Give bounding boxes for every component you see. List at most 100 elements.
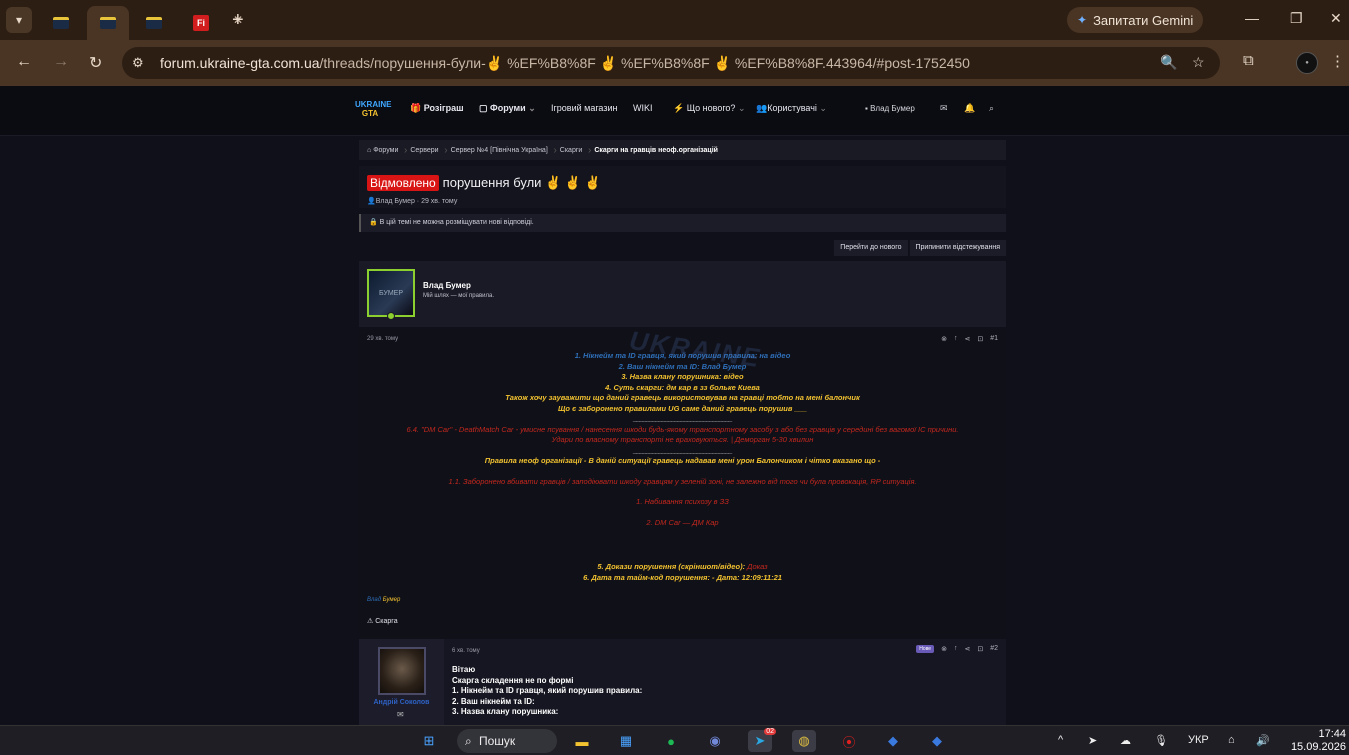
site-info-icon[interactable]: ⚙ [132, 55, 144, 71]
system-clock[interactable]: 17:44 15.09.2026 [1290, 728, 1346, 754]
breadcrumb-item[interactable]: Скарги [560, 145, 595, 156]
spotify-icon[interactable]: ● [659, 730, 683, 752]
maximize-icon[interactable]: ❐ [1290, 10, 1303, 27]
gift-icon: 🎁 [410, 103, 422, 113]
back-icon[interactable]: ← [16, 53, 32, 71]
tray-telegram-icon[interactable]: ➤ [1088, 734, 1097, 747]
goto-new-button[interactable]: Перейти до нового [834, 240, 908, 256]
new-tab-button[interactable]: + [232, 9, 244, 32]
reload-icon[interactable]: ↻ [89, 53, 102, 73]
forward-icon[interactable]: → [53, 53, 69, 71]
extensions-icon[interactable]: ⧉ [1243, 52, 1254, 69]
lock-icon: 🔒 [369, 219, 378, 226]
language-indicator[interactable]: УКР [1188, 734, 1209, 746]
post-2: Андрій Соколов ✉ 6 хв. тому Нове ⊗ ↑ ⋖ ⊡… [359, 639, 1006, 725]
nav-wiki[interactable]: WIKI [633, 103, 653, 113]
taskbar-search[interactable]: ⌕ Пошук [457, 729, 557, 753]
windows-start-icon[interactable]: ⊞ [417, 730, 441, 752]
web-page: UKRAINE GTA 🎁 Розіграш ▢ Форуми ⌄ Ігровий… [0, 86, 1349, 725]
breadcrumb-item[interactable]: Сервер №4 [Північна Україна] [451, 145, 560, 156]
breadcrumb: ⌂ Форуми Сервери Сервер №4 [Північна Укр… [359, 140, 1006, 160]
file-explorer-icon[interactable]: ▬ [570, 730, 594, 752]
browser-tab[interactable]: Fi [180, 6, 222, 40]
chrome-icon[interactable]: ◍ [792, 730, 816, 752]
post-tools: Нове ⊗ ↑ ⋖ ⊡ #2 [916, 645, 998, 653]
unwatch-button[interactable]: Припинити відстежування [909, 240, 1006, 256]
site-logo[interactable]: UKRAINE GTA [355, 100, 391, 122]
microphone-icon[interactable]: 🎙 [1154, 734, 1168, 747]
gemini-icon: ✦ [1077, 13, 1088, 27]
user-avatar-icon: ▪ [865, 104, 868, 113]
zoom-search-icon[interactable]: 🔍 [1160, 54, 1177, 71]
thread-header: Відмовлено порушення були ✌️ ✌️ ✌️ 👤Влад … [359, 166, 1006, 208]
header-user-link[interactable]: ▪ Влад Бумер [865, 104, 915, 113]
store-icon[interactable]: ▦ [614, 730, 638, 752]
minimize-icon[interactable]: — [1245, 10, 1259, 26]
chrome-menu-icon[interactable]: ⋮ [1330, 52, 1345, 70]
omnibox[interactable]: ⚙ forum.ukraine-gta.com.ua/threads/поруш… [122, 47, 1220, 79]
upvote-icon[interactable]: ↑ [954, 335, 958, 343]
discord-icon[interactable]: ◉ [703, 730, 727, 752]
nav-shop[interactable]: Ігровий магазин [551, 103, 617, 113]
gemini-button[interactable]: ✦ Запитати Gemini [1067, 7, 1204, 33]
breadcrumb-item-current[interactable]: Скарги на гравців неоф.організацій [594, 147, 730, 154]
nav-users[interactable]: 👥Користувачі ⌄ [756, 103, 827, 114]
post-time[interactable]: 6 хв. тому [452, 648, 480, 654]
post-number[interactable]: #2 [990, 645, 998, 653]
bookmark-star-icon[interactable]: ☆ [1192, 54, 1205, 71]
nav-forums[interactable]: ▢ Форуми ⌄ [479, 103, 536, 114]
proof-link[interactable]: Доказ [747, 562, 768, 571]
fi-favicon-icon: Fi [193, 15, 209, 31]
mail-icon[interactable]: ✉ [397, 710, 404, 719]
bookmark-icon[interactable]: ⊡ [977, 335, 983, 343]
bell-icon[interactable]: 🔔 [964, 103, 975, 114]
post-number[interactable]: #1 [990, 335, 998, 343]
search-icon[interactable]: ⌕ [989, 103, 994, 114]
breadcrumb-item[interactable]: ⌂ Форуми [367, 145, 410, 156]
status-badge: Відмовлено [367, 175, 439, 191]
url-text[interactable]: forum.ukraine-gta.com.ua/threads/порушен… [160, 55, 970, 72]
tray-expand-icon[interactable]: ^ [1058, 734, 1063, 746]
volume-icon[interactable]: 🔊 [1256, 734, 1270, 747]
share-icon[interactable]: ⋖ [964, 645, 970, 653]
post-tools: ⊗ ↑ ⋖ ⊡ #1 [941, 335, 998, 343]
react-icon[interactable]: ⊗ [941, 335, 947, 343]
nav-whats-new[interactable]: ⚡ Що нового? ⌄ [673, 103, 746, 114]
game-launcher-icon[interactable]: ◆ [881, 730, 905, 752]
closed-notice: 🔒 В цій темі не можна розміщувати нові в… [359, 214, 1006, 232]
post-author-name[interactable]: Андрій Соколов [359, 699, 444, 706]
profile-avatar[interactable]: ● [1296, 52, 1318, 74]
breadcrumb-item[interactable]: Сервери [410, 145, 450, 156]
browser-tab-strip: ▾ Fi ✕ + ✦ Запитати Gemini — ❐ ✕ [0, 0, 1349, 40]
online-indicator [387, 312, 395, 320]
inbox-icon[interactable]: ✉ [940, 103, 948, 114]
game-launcher-icon[interactable]: ◆ [925, 730, 949, 752]
tab-search-button[interactable]: ▾ [6, 7, 32, 33]
post-time[interactable]: 29 хв. тому [367, 336, 398, 342]
avatar[interactable] [378, 647, 426, 695]
nav-giveaway[interactable]: 🎁 Розіграш [410, 103, 464, 114]
ukraine-gta-favicon-icon [100, 17, 116, 29]
network-icon[interactable]: ⌂ [1228, 734, 1235, 746]
tray-cloud-icon[interactable]: ☁ [1120, 734, 1131, 747]
report-button[interactable]: ⚠ Скарга [367, 617, 398, 625]
ukraine-gta-favicon-icon [53, 17, 69, 29]
post-author-name[interactable]: Влад Бумер [423, 281, 471, 290]
share-icon[interactable]: ⋖ [964, 335, 970, 343]
avatar[interactable]: БУМЕР [367, 269, 415, 317]
windows-taskbar: ⊞ ⌕ Пошук ▬ ▦ ● ◉ ➤ 02 ◍ ⦿ ◆ ◆ ^ ➤ ☁ 🎙 УКР… [0, 725, 1349, 755]
browser-tab[interactable] [40, 6, 82, 40]
post-body: UKRAINE 1. Нікнейм та ID гравця, який по… [406, 324, 959, 582]
upvote-icon[interactable]: ↑ [954, 645, 958, 653]
browser-tab[interactable] [133, 6, 175, 40]
bookmark-icon[interactable]: ⊡ [977, 645, 983, 653]
thread-meta: 👤Влад Бумер · 29 хв. тому [367, 198, 458, 205]
record-icon[interactable]: ⦿ [837, 730, 861, 752]
browser-tab-active[interactable] [87, 6, 129, 40]
react-icon[interactable]: ⊗ [941, 645, 947, 653]
telegram-icon[interactable]: ➤ 02 [748, 728, 776, 752]
close-window-icon[interactable]: ✕ [1330, 10, 1342, 27]
post-author-panel: БУМЕР Влад Бумер Мій шлях — мої правила. [359, 261, 1006, 327]
chat-icon: ▢ [479, 103, 488, 113]
page-title: порушення були ✌️ ✌️ ✌️ [442, 175, 601, 190]
